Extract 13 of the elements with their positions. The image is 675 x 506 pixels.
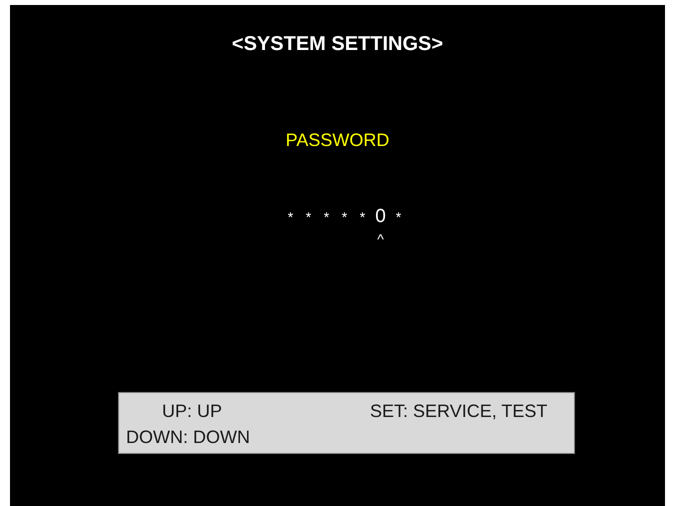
key-hint: SET: SERVICE, TEST xyxy=(370,400,548,423)
password-digit: * xyxy=(306,208,312,227)
cursor-mark: ^ xyxy=(377,230,384,248)
key-hint: UP: UP xyxy=(161,400,224,423)
password-digit: * xyxy=(288,208,294,227)
password-digit: * xyxy=(396,208,402,227)
password-label: PASSWORD xyxy=(286,129,390,152)
screen-title: <SYSTEM SETTINGS> xyxy=(232,32,444,57)
password-digit: * xyxy=(360,208,366,227)
password-digit: * xyxy=(342,208,348,227)
password-digit: 0 xyxy=(375,206,386,228)
password-digit: * xyxy=(324,208,330,227)
key-hint: DOWN: DOWN xyxy=(126,426,251,449)
